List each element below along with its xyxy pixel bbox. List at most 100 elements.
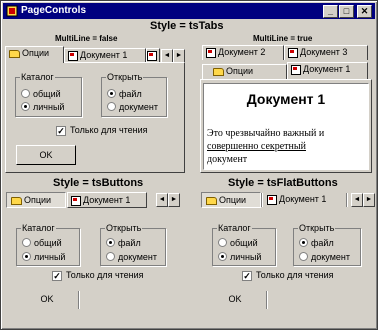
readonly-checkbox[interactable]: ✓ Только для чтения <box>52 270 144 281</box>
radio-personal[interactable]: личный <box>21 102 64 112</box>
radio-document-label: документ <box>119 102 158 112</box>
radio-circle <box>107 89 116 98</box>
buttons-scroll-right-button[interactable]: ► <box>168 193 180 207</box>
radio-personal[interactable]: личный <box>22 252 65 262</box>
tab-document-1-right[interactable]: Документ 1 <box>287 62 368 79</box>
app-icon <box>6 5 18 17</box>
document-icon <box>267 194 277 205</box>
tab-document-1[interactable]: Документ 1 <box>64 48 146 63</box>
open-group-title: Открыть <box>298 223 336 233</box>
header-style-buttons: Style = tsButtons <box>53 177 144 189</box>
document-line-3: документ <box>207 154 248 165</box>
ok-button[interactable]: OK <box>215 290 255 308</box>
button-tab-document-1[interactable]: Документ 1 <box>67 192 147 208</box>
flat-tab-options[interactable]: Опции <box>201 192 261 208</box>
check-mark-icon: ✓ <box>52 271 62 281</box>
radio-document[interactable]: документ <box>107 102 158 112</box>
radio-document[interactable]: документ <box>106 252 157 262</box>
tab-scroll-right-button[interactable]: ► <box>173 49 185 63</box>
document-icon <box>291 64 301 75</box>
radio-file-label: файл <box>118 238 141 248</box>
catalog-group: Каталог общий личный <box>15 72 82 117</box>
catalog-group-title: Каталог <box>20 72 55 82</box>
radio-circle <box>299 238 308 247</box>
radio-circle <box>218 238 227 247</box>
flat-tab-document-1[interactable]: Документ 1 <box>264 192 344 208</box>
radio-common-label: общий <box>34 238 62 248</box>
page-document-right: Документ 1 Это чрезвычайно важный и сове… <box>200 79 372 173</box>
radio-circle <box>21 89 30 98</box>
close-button[interactable]: ✕ <box>357 5 372 18</box>
tab-scroll-left-button[interactable]: ◄ <box>161 49 173 63</box>
radio-circle <box>106 252 115 261</box>
flat-tab-options-label: Опции <box>219 195 247 205</box>
page-options-flat: Каталог общий личный Открыть файл докуме… <box>198 211 374 321</box>
ok-button[interactable]: OK <box>27 290 67 308</box>
folder-icon <box>9 49 20 58</box>
tab-document-1-label: Документ 1 <box>80 50 128 60</box>
divider <box>261 193 263 207</box>
radio-file-label: файл <box>119 89 142 99</box>
radio-circle <box>218 252 227 261</box>
page-options-buttons: Каталог общий личный Открыть файл докуме… <box>5 211 185 321</box>
radio-circle <box>106 238 115 247</box>
minimize-button[interactable]: _ <box>323 5 338 18</box>
readonly-label: Только для чтения <box>256 270 334 280</box>
tab-options[interactable]: Опции <box>5 46 64 63</box>
radio-personal-label: личный <box>34 252 66 262</box>
tab-options-right[interactable]: Опции <box>202 64 287 79</box>
tab-options-right-label: Опции <box>226 66 254 76</box>
radio-circle <box>299 252 308 261</box>
open-group: Открыть файл документ <box>293 223 361 266</box>
radio-circle <box>22 238 31 247</box>
readonly-label: Только для чтения <box>66 270 144 280</box>
header-multiline-false: MultiLine = false <box>55 34 118 43</box>
folder-icon <box>213 67 224 76</box>
catalog-group-title: Каталог <box>217 223 252 233</box>
maximize-button[interactable]: □ <box>339 5 354 18</box>
radio-file[interactable]: файл <box>106 238 141 248</box>
radio-common[interactable]: общий <box>218 238 258 248</box>
button-tab-options-label: Опции <box>24 195 52 205</box>
tab-document-2[interactable]: Документ 2 <box>202 45 284 60</box>
catalog-group: Каталог общий личный <box>16 223 80 266</box>
button-tab-options[interactable]: Опции <box>6 192 66 208</box>
folder-icon <box>206 196 217 205</box>
document-icon <box>206 47 216 58</box>
radio-file[interactable]: файл <box>107 89 142 99</box>
header-multiline-true: MultiLine = true <box>253 34 313 43</box>
catalog-group: Каталог общий личный <box>212 223 276 266</box>
radio-common-label: общий <box>33 89 61 99</box>
radio-circle <box>21 102 30 111</box>
buttons-scroll-left-button[interactable]: ◄ <box>156 193 168 207</box>
catalog-group-title: Каталог <box>21 223 56 233</box>
radio-personal-label: личный <box>33 102 65 112</box>
readonly-checkbox[interactable]: ✓ Только для чтения <box>242 270 334 281</box>
title-bar[interactable]: PageControls _ □ ✕ <box>3 3 375 19</box>
ok-button[interactable]: OK <box>16 145 76 165</box>
header-style-tabs: Style = tsTabs <box>150 20 224 32</box>
flat-scroll-right-button[interactable]: ► <box>363 193 375 207</box>
document-icon <box>147 50 157 61</box>
radio-file-label: файл <box>311 238 334 248</box>
header-style-flat-buttons: Style = tsFlatButtons <box>228 177 338 189</box>
main-window: PageControls _ □ ✕ Style = tsTabs MultiL… <box>0 0 378 330</box>
divider <box>346 193 348 207</box>
flat-scroll-left-button[interactable]: ◄ <box>351 193 363 207</box>
document-view[interactable]: Документ 1 Это чрезвычайно важный и сове… <box>203 83 369 170</box>
radio-circle <box>22 252 31 261</box>
radio-file[interactable]: файл <box>299 238 334 248</box>
document-icon <box>71 195 81 206</box>
radio-document[interactable]: документ <box>299 252 350 262</box>
readonly-checkbox[interactable]: ✓ Только для чтения <box>56 125 148 136</box>
radio-personal[interactable]: личный <box>218 252 261 262</box>
tab-document-3[interactable]: Документ 3 <box>284 45 368 60</box>
tab-document-partial[interactable] <box>146 48 160 63</box>
radio-common[interactable]: общий <box>22 238 62 248</box>
tab-options-label: Опции <box>22 48 50 58</box>
open-group-title: Открыть <box>106 72 144 82</box>
document-heading: Документ 1 <box>246 91 326 107</box>
radio-common-label: общий <box>230 238 258 248</box>
radio-document-label: документ <box>311 252 350 262</box>
radio-common[interactable]: общий <box>21 89 61 99</box>
